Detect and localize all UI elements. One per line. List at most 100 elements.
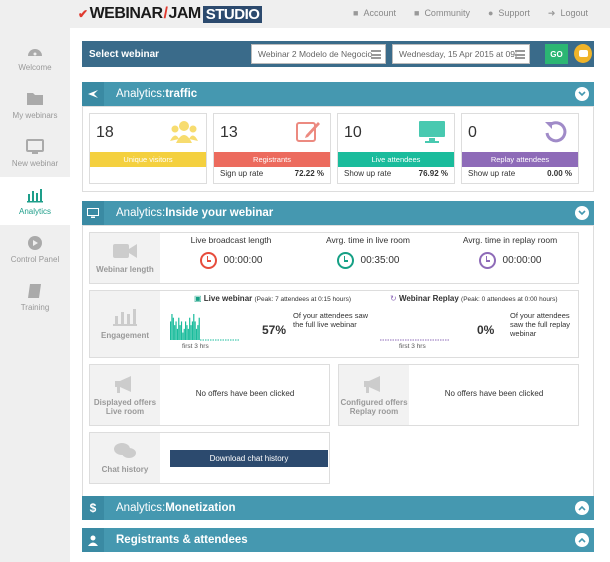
label-subtext: Replay room <box>349 406 399 416</box>
chevron-up-icon[interactable] <box>575 501 589 515</box>
live-engagement-chart <box>170 314 240 341</box>
rate-label: Show up rate <box>344 169 392 178</box>
support-link[interactable]: ● Support <box>488 8 530 19</box>
support-label: Support <box>498 8 530 18</box>
go-button[interactable]: GO <box>545 44 568 64</box>
traffic-section-header[interactable]: Analytics: traffic <box>82 82 594 106</box>
community-label: Community <box>424 8 470 18</box>
live-axis-label: first 3 hrs <box>182 343 209 350</box>
edit-icon <box>296 122 320 142</box>
sidebar-item-control-panel[interactable]: Control Panel <box>0 225 70 273</box>
youtube-icon <box>578 50 588 57</box>
rate-value: 0.00 % <box>547 169 572 178</box>
sidebar-item-new-webinar[interactable]: New webinar <box>0 129 70 177</box>
label-text: Displayed offers <box>93 397 157 407</box>
live-description: Of your attendees saw the full live webi… <box>293 311 369 329</box>
engagement-bar <box>189 317 191 340</box>
monitor-icon <box>26 138 44 154</box>
sidebar: Welcome My webinars New webinar Analytic… <box>0 28 70 562</box>
chevron-down-icon[interactable] <box>575 206 589 220</box>
engagement-bar <box>183 328 185 340</box>
card-value: 13 <box>220 124 238 141</box>
live-webinar-heading: ▣ Live webinar (Peak: 7 attendees at 0:1… <box>194 294 351 303</box>
chat-history-label: Chat history <box>90 433 160 483</box>
sidebar-item-label: Control Panel <box>10 254 60 264</box>
logout-link[interactable]: ➜ Logout <box>548 8 588 19</box>
registrants-card: 13 Registrants Sign up rate 72.22 % <box>213 113 331 184</box>
video-button[interactable] <box>574 44 592 63</box>
folder-icon <box>27 92 43 105</box>
replay-icon: ↻ <box>390 294 397 303</box>
engagement-bar <box>195 328 198 340</box>
replay-peak: (Peak: 0 attendees at 0:00 hours) <box>461 296 558 303</box>
inside-webinar-section-header[interactable]: Analytics: Inside your webinar <box>82 201 594 225</box>
no-offers-message: No offers have been clicked <box>195 389 295 398</box>
card-label: Registrants <box>214 152 330 167</box>
webinar-length-label: Webinar length <box>90 233 160 283</box>
card-value: 10 <box>344 124 362 141</box>
sidebar-item-label: My webinars <box>12 110 58 120</box>
logo-studio: STUDIO <box>202 5 263 23</box>
list-icon <box>371 50 381 59</box>
chat-history-block: Chat history Download chat history <box>89 432 330 484</box>
registrants-section-header[interactable]: Registrants & attendees <box>82 528 594 552</box>
replay-axis-label: first 3 hrs <box>399 343 426 350</box>
live-attendees-card: 10 Live attendees Show up rate 76.92 % <box>337 113 455 184</box>
card-rate: Show up rate 76.92 % <box>338 169 454 178</box>
logout-label: Logout <box>560 8 588 18</box>
clock-icon <box>199 252 217 269</box>
engagement-block: Engagement ▣ Live webinar (Peak: 7 atten… <box>89 290 579 358</box>
engagement-bar <box>174 325 176 340</box>
account-link[interactable]: ■ Account <box>353 8 396 19</box>
sidebar-item-my-webinars[interactable]: My webinars <box>0 81 70 129</box>
date-select[interactable]: Wednesday, 15 Apr 2015 at 09: <box>392 44 530 64</box>
engagement-bar <box>186 325 188 340</box>
webinar-select[interactable]: Webinar 2 Modelo de Negocio <box>251 44 386 64</box>
date-select-value: Wednesday, 15 Apr 2015 at 09: <box>399 49 518 59</box>
user-icon <box>82 528 104 552</box>
timer-value: 00:35:00 <box>360 255 400 266</box>
select-webinar-title: Select webinar <box>89 48 160 60</box>
user-icon: ■ <box>353 8 359 18</box>
replay-webinar-title: Webinar Replay <box>398 294 459 303</box>
card-value: 18 <box>96 124 114 141</box>
sidebar-item-label: Welcome <box>18 62 52 72</box>
engagement-bar <box>197 325 199 340</box>
traffic-section-body: 18 Unique visitors 13 Registrants Sign u… <box>82 106 594 192</box>
sidebar-item-analytics[interactable]: Analytics <box>0 177 70 225</box>
account-label: Account <box>363 8 396 18</box>
rate-label: Show up rate <box>468 169 516 178</box>
engagement-bar <box>191 321 194 340</box>
sidebar-item-welcome[interactable]: Welcome <box>0 33 70 81</box>
video-camera-icon <box>113 244 137 258</box>
engagement-bar <box>176 328 179 340</box>
play-circle-icon <box>28 235 42 250</box>
chevron-up-icon[interactable] <box>575 533 589 547</box>
monetization-section-header[interactable]: $ Analytics: Monetization <box>82 496 594 520</box>
configured-offers-block: Configured offers Replay room No offers … <box>338 364 579 426</box>
top-nav: ■ Account ■ Community ● Support ➜ Logout <box>353 8 588 19</box>
engagement-bar <box>182 332 184 340</box>
engagement-label: Engagement <box>90 291 160 357</box>
select-webinar-bar: Select webinar Webinar 2 Modelo de Negoc… <box>82 41 594 67</box>
card-label-text: Registrants <box>253 155 291 164</box>
live-percent: 57% <box>262 323 287 337</box>
logo[interactable]: ✔ WEBINAR / JAM STUDIO <box>78 5 263 23</box>
engagement-bar <box>185 321 187 340</box>
rate-value: 76.92 % <box>418 169 448 178</box>
replay-engagement-chart <box>380 339 450 341</box>
traffic-title: traffic <box>165 88 198 100</box>
timer-label: Live broadcast length <box>190 235 272 245</box>
displayed-offers-label: Displayed offers Live room <box>90 365 160 425</box>
main-content: Select webinar Webinar 2 Modelo de Negoc… <box>70 28 610 562</box>
replay-room-timer: Avrg. time in replay room 00:00:00 <box>450 235 570 269</box>
sidebar-item-training[interactable]: Training <box>0 273 70 321</box>
chevron-down-icon[interactable] <box>575 87 589 101</box>
dollar-icon: $ <box>82 496 104 520</box>
community-link[interactable]: ■ Community <box>414 8 470 19</box>
download-chat-history-button[interactable]: Download chat history <box>170 450 328 467</box>
card-label: Unique visitors <box>90 152 206 167</box>
bar-chart-icon <box>113 309 137 326</box>
timer-value: 00:00:00 <box>502 255 542 266</box>
engagement-bar <box>179 325 181 340</box>
